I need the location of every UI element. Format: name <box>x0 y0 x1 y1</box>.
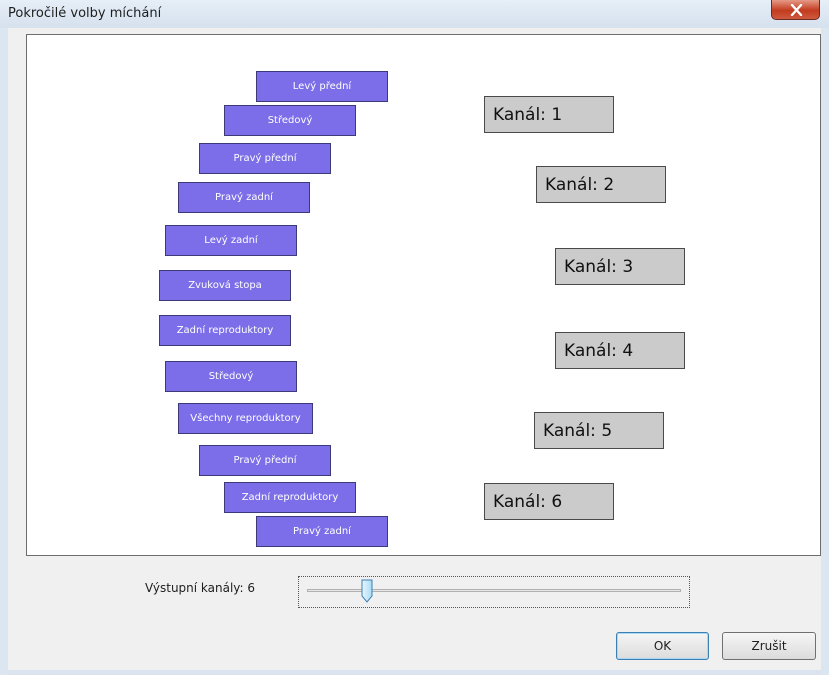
cancel-button[interactable]: Zrušit <box>722 632 816 660</box>
output-channels-slider[interactable] <box>298 576 690 608</box>
channel-box[interactable]: Kanál: 6 <box>484 483 614 520</box>
speaker-mapping-panel: Levý přední Středový Pravý přední Pravý … <box>26 34 821 556</box>
output-channels-label: Výstupní kanály: 6 <box>145 581 256 595</box>
channel-box[interactable]: Kanál: 5 <box>534 412 664 449</box>
speaker-item[interactable]: Pravý přední <box>199 143 331 174</box>
window-title: Pokročilé volby míchání <box>8 6 162 21</box>
close-button[interactable] <box>771 0 820 20</box>
window-frame-right <box>821 28 829 675</box>
speaker-item[interactable]: Pravý přední <box>199 445 331 476</box>
speaker-item[interactable]: Všechny reproduktory <box>178 403 313 434</box>
speaker-item[interactable]: Zadní reproduktory <box>224 482 356 513</box>
speaker-item[interactable]: Zvuková stopa <box>159 270 291 301</box>
speaker-item[interactable]: Pravý zadní <box>178 182 310 213</box>
channel-box[interactable]: Kanál: 2 <box>536 166 666 203</box>
speaker-item[interactable]: Levý přední <box>256 71 388 102</box>
title-bar[interactable]: Pokročilé volby míchání <box>0 0 829 28</box>
ok-button[interactable]: OK <box>616 632 709 660</box>
channel-box[interactable]: Kanál: 1 <box>484 96 614 133</box>
speaker-item[interactable]: Středový <box>224 105 356 136</box>
speaker-item[interactable]: Levý zadní <box>165 225 297 256</box>
speaker-item[interactable]: Pravý zadní <box>256 516 388 547</box>
mixing-options-dialog: Pokročilé volby míchání Levý přední Stře… <box>0 0 829 675</box>
close-icon <box>790 4 803 16</box>
window-frame-left <box>0 28 8 675</box>
speaker-item[interactable]: Zadní reproduktory <box>159 315 291 346</box>
slider-thumb[interactable] <box>361 579 373 603</box>
channel-box[interactable]: Kanál: 3 <box>555 248 685 285</box>
speaker-item[interactable]: Středový <box>165 361 297 392</box>
channel-box[interactable]: Kanál: 4 <box>555 332 685 369</box>
